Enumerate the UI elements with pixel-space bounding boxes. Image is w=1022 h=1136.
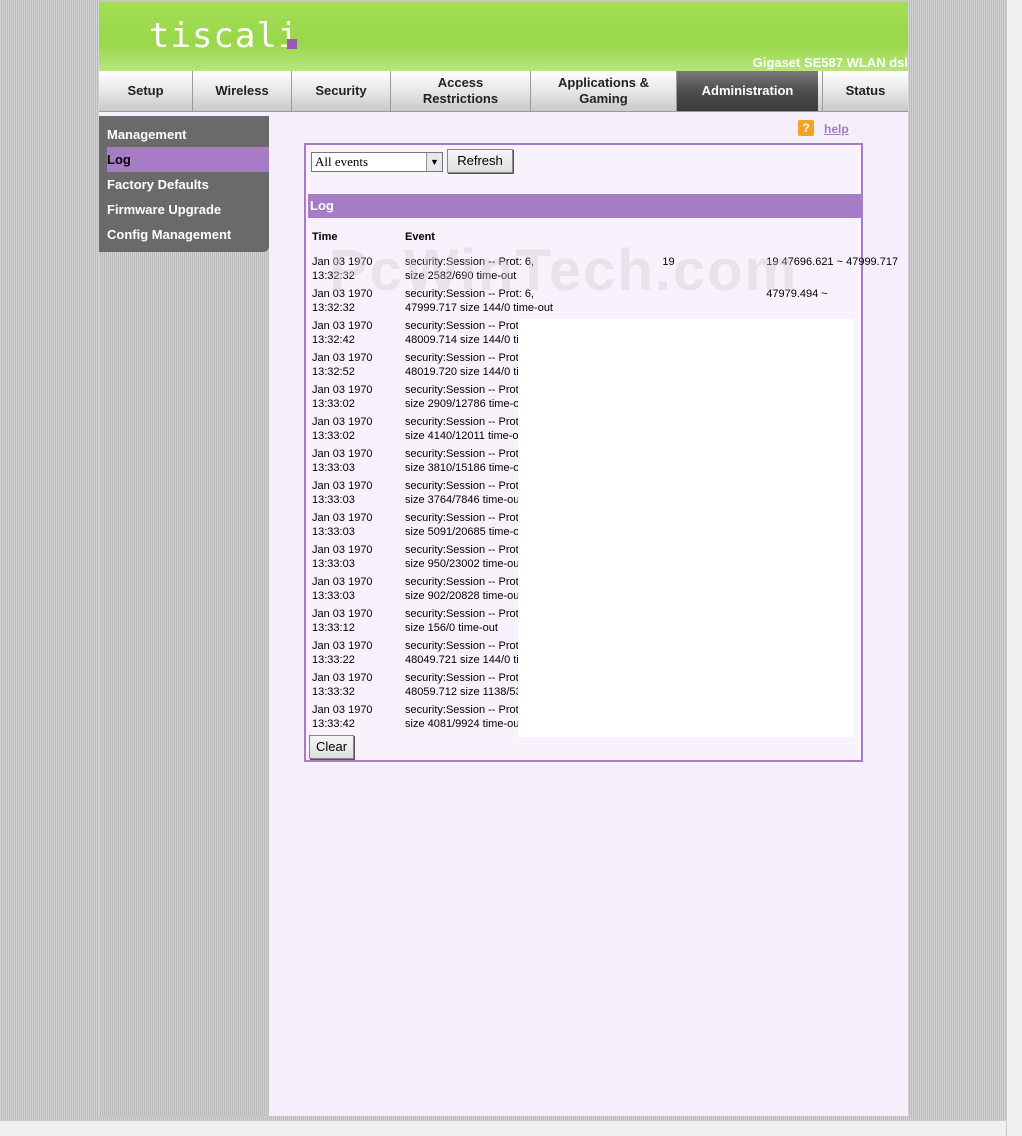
sidebar-item-factory-defaults[interactable]: Factory Defaults (107, 172, 269, 197)
sidebar: Management Log Factory Defaults Firmware… (99, 116, 269, 252)
tab-label: Setup (127, 83, 164, 98)
event-filter-value: All events (315, 154, 369, 169)
tab-label: Administration (701, 83, 794, 98)
tab-security[interactable]: Security (292, 71, 391, 111)
log-time-text: 13:33:03 (312, 558, 355, 570)
sidebar-item-config-management[interactable]: Config Management (107, 222, 269, 247)
chevron-down-icon[interactable]: ▼ (426, 153, 442, 171)
log-time: Jan 03 1970 13:33:03 (312, 447, 402, 475)
event-filter-select[interactable]: All events ▼ (311, 152, 443, 172)
log-time-text: 13:33:02 (312, 398, 355, 410)
sidebar-item-label: Management (107, 127, 187, 142)
log-time: Jan 03 1970 13:33:22 (312, 639, 402, 667)
tab-administration[interactable]: Administration (677, 71, 818, 111)
log-time: Jan 03 1970 13:33:03 (312, 511, 402, 539)
question-icon[interactable]: ? (798, 120, 814, 136)
log-time-text: 13:33:42 (312, 718, 355, 730)
log-date-text: Jan 03 1970 (312, 704, 373, 716)
log-time: Jan 03 1970 13:33:03 (312, 479, 402, 507)
log-panel: All events ▼ Refresh Log Time Event Jan … (304, 143, 898, 762)
clear-button[interactable]: Clear (309, 735, 354, 759)
log-time: Jan 03 1970 13:33:03 (312, 543, 402, 571)
horizontal-scrollbar[interactable] (0, 1120, 1006, 1136)
sidebar-background (99, 116, 269, 1116)
log-time: Jan 03 1970 13:33:12 (312, 607, 402, 635)
redaction-box (518, 319, 853, 737)
log-date-text: Jan 03 1970 (312, 544, 373, 556)
log-time-text: 13:32:42 (312, 334, 355, 346)
router-page: tiscali Gigaset SE587 WLAN dsl Setup Wir… (99, 2, 908, 1116)
log-date-text: Jan 03 1970 (312, 608, 373, 620)
log-date-text: Jan 03 1970 (312, 320, 373, 332)
log-date-text: Jan 03 1970 (312, 480, 373, 492)
log-time-text: 13:33:03 (312, 590, 355, 602)
log-time: Jan 03 1970 13:32:52 (312, 351, 402, 379)
tab-label: Access Restrictions (422, 75, 499, 106)
tiscali-logo: tiscali (149, 16, 300, 56)
tab-wireless[interactable]: Wireless (193, 71, 292, 111)
log-time-text: 13:33:12 (312, 622, 355, 634)
tab-status[interactable]: Status (822, 71, 908, 111)
log-time-text: 13:33:02 (312, 430, 355, 442)
refresh-button[interactable]: Refresh (447, 149, 513, 173)
tab-applications-gaming[interactable]: Applications & Gaming (531, 71, 677, 111)
log-date-text: Jan 03 1970 (312, 576, 373, 588)
sidebar-item-log[interactable]: Log (107, 147, 269, 172)
log-date-text: Jan 03 1970 (312, 672, 373, 684)
logo-dot (287, 39, 297, 49)
log-date-text: Jan 03 1970 (312, 416, 373, 428)
tab-label: Applications & Gaming (557, 75, 649, 106)
log-date-text: Jan 03 1970 (312, 448, 373, 460)
log-time-text: 13:33:03 (312, 526, 355, 538)
help-link[interactable]: help (824, 122, 849, 136)
log-date-text: Jan 03 1970 (312, 352, 373, 364)
header-banner: tiscali Gigaset SE587 WLAN dsl (99, 2, 908, 71)
log-time-text: 13:32:52 (312, 366, 355, 378)
log-date-text: Jan 03 1970 (312, 512, 373, 524)
vertical-scrollbar[interactable] (1006, 0, 1022, 1136)
log-time: Jan 03 1970 13:33:42 (312, 703, 402, 731)
sidebar-item-label: Config Management (107, 227, 232, 242)
main-nav: Setup Wireless Security Access Restricti… (99, 71, 908, 112)
log-time: Jan 03 1970 13:33:03 (312, 575, 402, 603)
sidebar-item-firmware-upgrade[interactable]: Firmware Upgrade (107, 197, 269, 222)
tab-setup[interactable]: Setup (99, 71, 193, 111)
log-date-text: Jan 03 1970 (312, 384, 373, 396)
tab-access-restrictions[interactable]: Access Restrictions (391, 71, 531, 111)
log-time-text: 13:33:32 (312, 686, 355, 698)
sidebar-item-label: Firmware Upgrade (107, 202, 222, 217)
log-time-text: 13:33:22 (312, 654, 355, 666)
log-time: Jan 03 1970 13:32:42 (312, 319, 402, 347)
log-time: Jan 03 1970 13:33:02 (312, 415, 402, 443)
sidebar-item-label: Factory Defaults (107, 177, 209, 192)
device-model: Gigaset SE587 WLAN dsl (752, 55, 908, 70)
log-time-text: 13:33:03 (312, 462, 355, 474)
sidebar-item-management[interactable]: Management (107, 122, 269, 147)
tab-label: Status (845, 83, 886, 98)
log-section-header: Log (308, 194, 861, 218)
log-time-text: 13:33:03 (312, 494, 355, 506)
tab-label: Security (315, 83, 367, 98)
log-time: Jan 03 1970 13:33:02 (312, 383, 402, 411)
tab-label: Wireless (215, 83, 269, 98)
watermark: PcWinTech.com (329, 238, 799, 303)
sidebar-item-label: Log (107, 152, 131, 167)
log-date-text: Jan 03 1970 (312, 640, 373, 652)
log-time: Jan 03 1970 13:33:32 (312, 671, 402, 699)
